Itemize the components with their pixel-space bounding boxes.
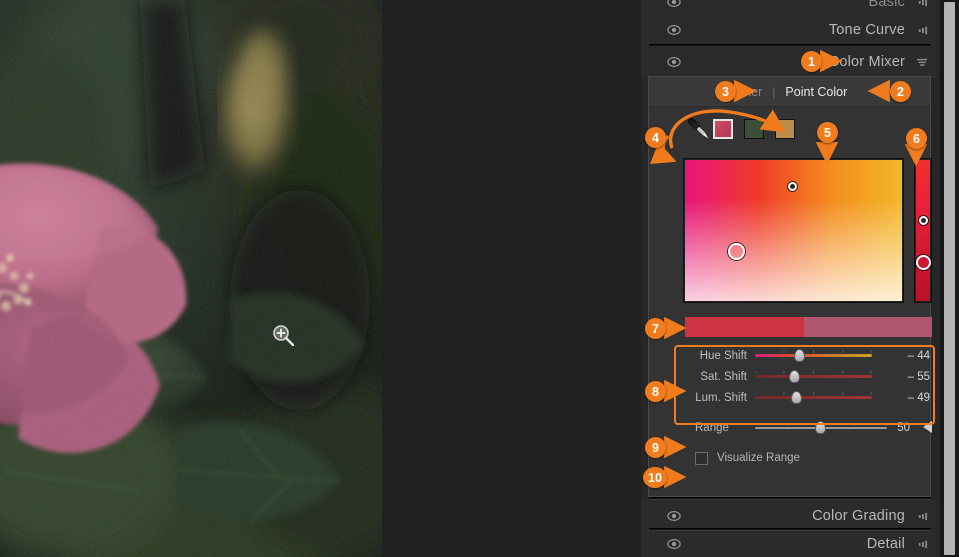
before-color-half [685, 317, 804, 337]
color-mixer-tabs: Mixer | Point Color [649, 77, 930, 107]
slider-handle-lum-shift[interactable] [791, 391, 802, 404]
visualize-range-row[interactable]: Visualize Range [679, 447, 932, 469]
swatch-green[interactable] [744, 119, 764, 139]
eye-icon[interactable] [667, 23, 681, 37]
section-title-color-grading: Color Grading [812, 508, 905, 524]
swatch-tan[interactable] [775, 119, 795, 139]
reset-triangle-icon[interactable] [923, 421, 932, 433]
section-header-color-mixer[interactable]: Color Mixer [641, 46, 937, 78]
section-title-tone-curve: Tone Curve [828, 22, 905, 38]
photo-image [0, 0, 382, 557]
eye-icon[interactable] [667, 509, 681, 523]
collapse-icon[interactable] [916, 539, 929, 550]
shift-sliders-group: Hue Shift – 44 Sat. Shift – 55 Lum. Shif… [679, 345, 932, 410]
section-title-basic: Basic [868, 0, 905, 10]
eyedropper-swatch-row [649, 107, 930, 151]
visualize-range-label: Visualize Range [717, 452, 800, 464]
eye-icon[interactable] [667, 0, 681, 9]
tab-mixer[interactable]: Mixer [722, 85, 773, 99]
slider-value-hue-shift[interactable]: – 44 [884, 350, 930, 362]
eye-icon[interactable] [667, 55, 681, 69]
canvas-workspace [382, 0, 641, 557]
collapse-icon[interactable] [916, 57, 929, 68]
tab-point-color[interactable]: Point Color [775, 85, 857, 99]
slider-ticks [755, 392, 872, 395]
eye-icon[interactable] [667, 537, 681, 551]
panel-scrollbar-track[interactable] [940, 0, 959, 557]
picker-selected-marker[interactable] [728, 243, 745, 260]
slider-row-hue-shift: Hue Shift – 44 [679, 345, 932, 366]
slider-handle-sat-shift[interactable] [789, 370, 800, 383]
slider-value-lum-shift[interactable]: – 49 [884, 392, 930, 404]
collapse-icon[interactable] [916, 0, 929, 8]
section-title-color-mixer: Color Mixer [828, 54, 905, 70]
slider-row-lum-shift: Lum. Shift – 49 [679, 387, 932, 408]
section-header-tone-curve[interactable]: Tone Curve [641, 14, 937, 46]
slider-label-lum-shift: Lum. Shift [695, 391, 747, 404]
range-slider-row: Range 50 [679, 417, 932, 439]
hue-selected-marker[interactable] [916, 255, 931, 270]
slider-row-range: Range 50 [679, 417, 932, 438]
hue-secondary-marker[interactable] [919, 216, 928, 225]
slider-label-sat-shift: Sat. Shift [700, 370, 747, 383]
slider-handle-range[interactable] [815, 421, 826, 434]
develop-right-panel: Basic Tone Curve Color Mixer Mixer | Poi… [641, 0, 959, 557]
section-title-detail: Detail [866, 536, 905, 552]
swatch-pink[interactable] [713, 119, 733, 139]
after-color-half [803, 317, 932, 337]
sat-lum-gradient-picker[interactable] [683, 158, 904, 303]
slider-value-sat-shift[interactable]: – 55 [884, 371, 930, 383]
collapse-icon[interactable] [916, 25, 929, 36]
hue-strip[interactable] [914, 158, 932, 303]
collapse-icon[interactable] [916, 511, 929, 522]
slider-label-hue-shift: Hue Shift [699, 349, 747, 362]
picker-secondary-marker[interactable] [788, 182, 797, 191]
slider-value-range[interactable]: 50 [876, 422, 910, 434]
eyedropper-icon[interactable] [682, 112, 716, 146]
slider-label-range: Range [695, 421, 729, 434]
visualize-range-checkbox[interactable] [695, 451, 708, 465]
section-header-detail[interactable]: Detail [641, 531, 937, 557]
panel-scrollbar-thumb[interactable] [944, 2, 955, 555]
lightroom-window: Basic Tone Curve Color Mixer Mixer | Poi… [0, 0, 959, 557]
before-after-color-bar [685, 317, 932, 337]
slider-ticks [755, 371, 872, 374]
color-mixer-panel-body: Mixer | Point Color Hue Shift – 44 Sat. … [648, 76, 932, 497]
photo-preview[interactable] [0, 0, 382, 557]
slider-ticks [755, 350, 872, 353]
slider-row-sat-shift: Sat. Shift – 55 [679, 366, 932, 387]
slider-handle-hue-shift[interactable] [794, 349, 805, 362]
